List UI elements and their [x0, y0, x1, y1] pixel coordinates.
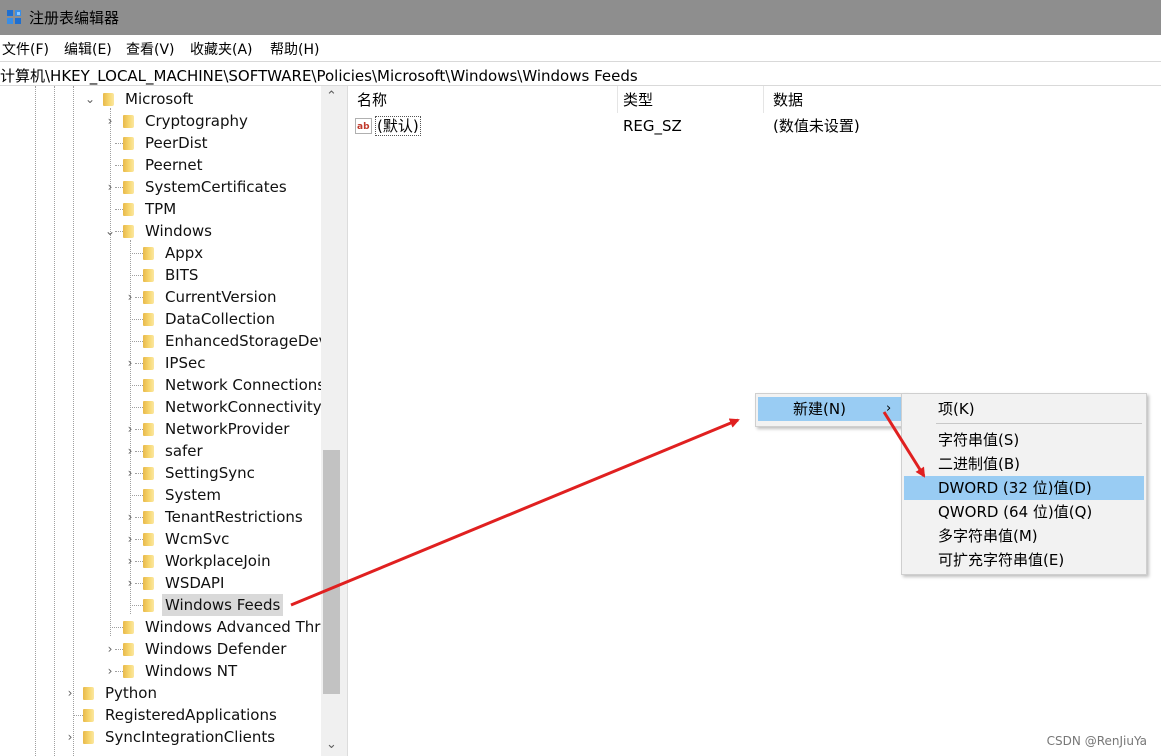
red-arrow-to-new-menu: [290, 418, 740, 607]
annotation-arrows: [290, 411, 926, 607]
csdn-watermark: CSDN @RenJiuYa: [1046, 734, 1147, 748]
red-arrow-to-dword-item: [882, 411, 926, 478]
